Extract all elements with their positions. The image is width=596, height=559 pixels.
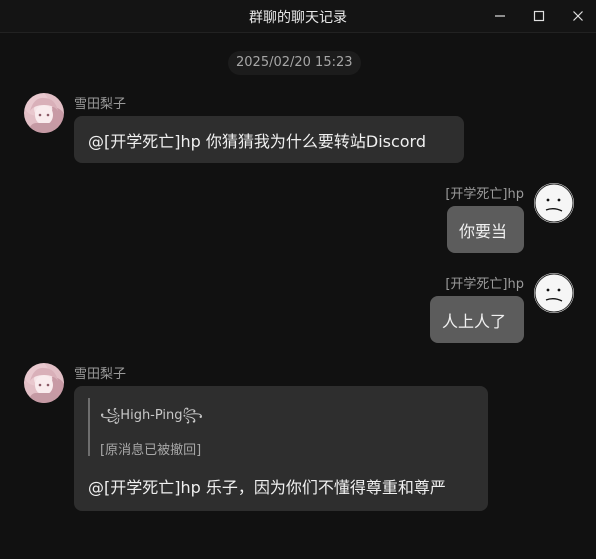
quoted-sender-name: ꧁High-Ping꧂ [100, 408, 203, 423]
quoted-message-text: [原消息已被撤回] [100, 443, 202, 458]
sender-name: 雪田梨子 [74, 367, 127, 382]
chat-history-window: 群聊的聊天记录 2025/02/20 15:23 雪田梨子 @[开学死亡]hp … [0, 0, 596, 559]
message-text: 你要当 [459, 222, 508, 241]
minimize-button[interactable] [490, 6, 510, 26]
message-text: @[开学死亡]hp 乐子，因为你们不懂得尊重和尊严 [88, 478, 446, 497]
doodle-face-avatar-icon [534, 273, 574, 313]
maximize-icon [533, 10, 545, 22]
sender-name: 雪田梨子 [74, 97, 127, 112]
close-button[interactable] [568, 6, 588, 26]
message-bubble[interactable]: @[开学死亡]hp 你猜猜我为什么要转站Discord [74, 116, 464, 163]
sender-name: [开学死亡]hp [445, 187, 524, 202]
maximize-button[interactable] [529, 6, 549, 26]
sender-avatar[interactable] [534, 273, 574, 313]
anime-girl-avatar-icon [28, 367, 60, 403]
minimize-icon [495, 15, 505, 17]
anime-girl-avatar-icon [28, 97, 60, 133]
sender-avatar[interactable] [534, 183, 574, 223]
message-bubble[interactable]: 人上人了 [430, 296, 524, 343]
message-bubble[interactable]: ꧁High-Ping꧂ [原消息已被撤回] @[开学死亡]hp 乐子，因为你们不… [74, 386, 488, 511]
sender-avatar[interactable] [24, 363, 64, 403]
message-timestamp: 2025/02/20 15:23 [228, 51, 361, 75]
message-bubble[interactable]: 你要当 [447, 206, 524, 253]
title-bar: 群聊的聊天记录 [0, 0, 596, 33]
sender-avatar[interactable] [24, 93, 64, 133]
message-text: @[开学死亡]hp 你猜猜我为什么要转站Discord [88, 132, 427, 151]
quoted-reply[interactable]: ꧁High-Ping꧂ [原消息已被撤回] [88, 398, 203, 458]
close-icon [573, 11, 583, 21]
message-text: 人上人了 [442, 312, 507, 331]
doodle-face-avatar-icon [534, 183, 574, 223]
sender-name: [开学死亡]hp [445, 277, 524, 292]
